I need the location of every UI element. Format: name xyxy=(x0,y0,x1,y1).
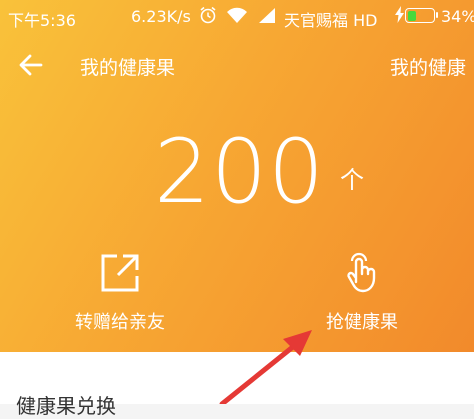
page-title: 我的健康果 xyxy=(80,57,176,79)
battery-cap xyxy=(436,12,438,18)
battery-level-fill xyxy=(407,10,416,21)
status-time: 下午5:36 xyxy=(8,11,76,30)
back-arrow-icon[interactable] xyxy=(16,50,46,80)
grab-health-fruit-label: 抢健康果 xyxy=(326,312,398,333)
health-fruit-count: 200 xyxy=(154,120,325,223)
carrier-name: 天官赐福 HD xyxy=(284,11,378,30)
tap-hand-icon xyxy=(341,252,383,294)
charging-icon xyxy=(395,6,404,27)
signal-icon xyxy=(257,7,277,28)
battery-icon xyxy=(405,8,435,23)
redeem-section: 健康果兑换 xyxy=(0,352,474,418)
my-health-link[interactable]: 我的健康 xyxy=(390,53,466,80)
redeem-section-title: 健康果兑换 xyxy=(16,394,116,418)
grab-health-fruit-button[interactable]: 抢健康果 xyxy=(308,252,416,342)
share-icon xyxy=(99,252,141,294)
battery-percent: 34% xyxy=(441,7,474,26)
count-unit: 个 xyxy=(340,166,364,194)
wifi-icon xyxy=(226,7,248,29)
top-bar: 我的健康果 我的健康 xyxy=(0,40,474,92)
health-fruit-header-panel: 下午5:36 6.23K/s 天官赐福 HD 34% 我的健康果 我的健康 20… xyxy=(0,0,474,352)
status-bar: 下午5:36 6.23K/s 天官赐福 HD 34% xyxy=(0,0,474,33)
gift-to-friends-label: 转赠给亲友 xyxy=(75,312,165,333)
gift-to-friends-button[interactable]: 转赠给亲友 xyxy=(66,252,174,342)
alarm-icon xyxy=(198,5,218,29)
network-speed: 6.23K/s xyxy=(131,7,191,26)
